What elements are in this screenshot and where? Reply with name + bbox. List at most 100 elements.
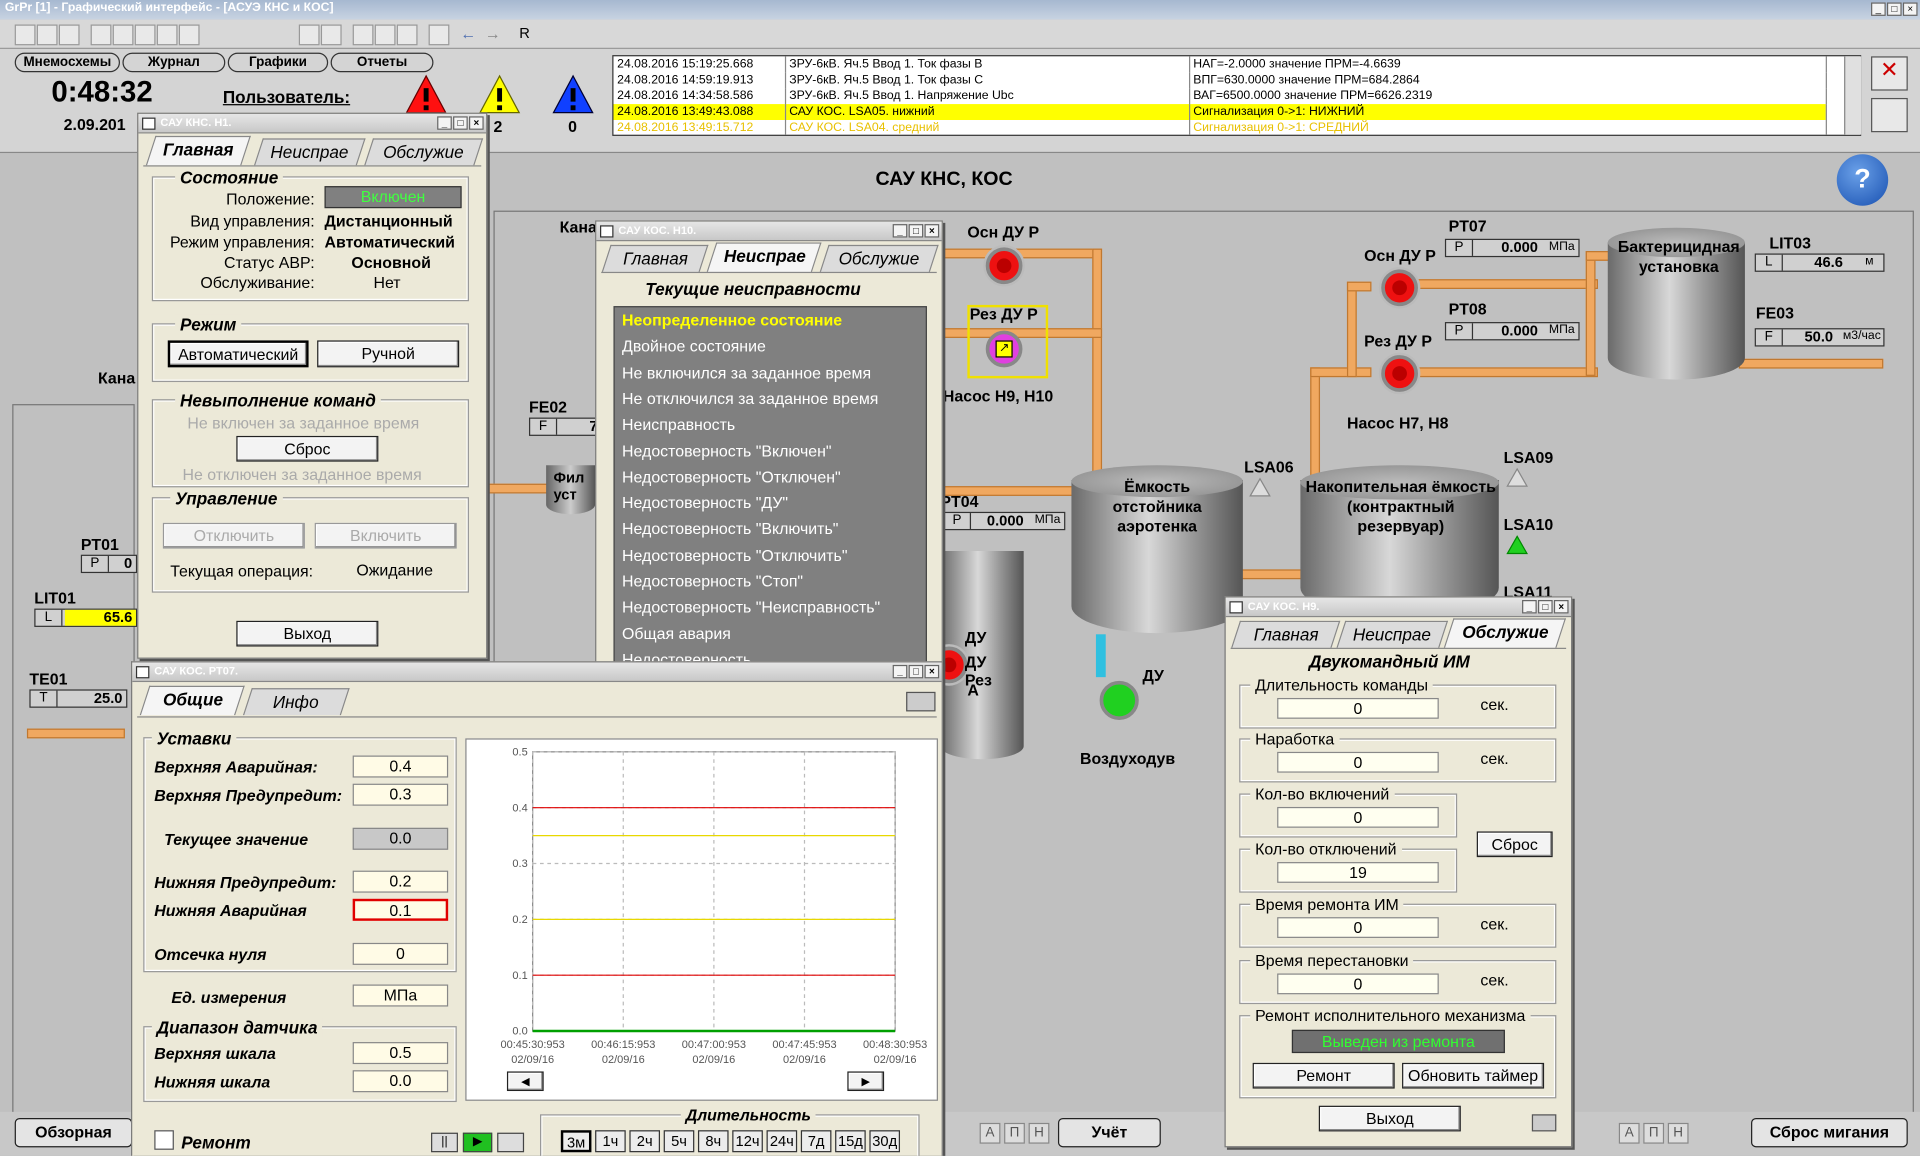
help-icon[interactable] [320,24,342,46]
setpoint-field[interactable]: 0.4 [352,755,449,778]
a-button-2[interactable]: А [1618,1122,1640,1144]
a-button[interactable]: А [979,1122,1001,1144]
n-button-2[interactable]: Н [1667,1122,1689,1144]
settings-tool-icon[interactable] [497,1132,525,1153]
tab-service[interactable]: Обслужие [364,138,484,166]
indicator-lit01[interactable]: L 65.6 [34,608,138,627]
pump-osn-h9[interactable] [985,247,1023,285]
counter-value[interactable]: 0 [1277,973,1439,995]
tab-general[interactable]: Общие [139,685,245,716]
close-button[interactable]: × [1902,2,1918,16]
r-icon[interactable]: R [519,24,530,41]
exit-button[interactable]: Выход [1318,1105,1461,1132]
hand-tool-icon[interactable] [36,24,58,46]
n-button[interactable]: Н [1028,1122,1050,1144]
fault-item[interactable]: Не отключился за заданное время [622,389,878,407]
zoom-in-icon[interactable] [134,24,156,46]
overview-button[interactable]: Обзорная [14,1117,133,1148]
indicator-pt04[interactable]: P 0.000 МПа [942,511,1066,531]
counter-value[interactable]: 0 [1277,751,1439,773]
event-row[interactable]: 24.08.2016 13:49:15.712 САУ КОС. LSA04. с… [613,120,1827,135]
indicator-fe02[interactable]: F7 [528,417,603,436]
print-icon[interactable] [906,691,936,712]
window-h10[interactable]: САУ КОС. Н10. _ □ × Главная Неиспрае Обслуж… [595,220,943,669]
tile-icon[interactable] [374,24,396,46]
scroll-left-button[interactable]: ◀ [506,1071,544,1092]
fail-reset-button[interactable]: Сброс [236,435,379,462]
tab-graphs[interactable]: Графики [227,52,329,73]
tab-main[interactable]: Главная [601,244,709,272]
duration-button[interactable]: 30д [869,1130,901,1153]
indicator-te01[interactable]: T 25.0 [29,689,128,708]
on-button[interactable]: Включить [314,522,457,549]
tab-faults[interactable]: Неиспрае [1336,620,1449,648]
duration-button[interactable]: 12ч [732,1130,763,1153]
unit-field[interactable]: МПа [352,984,449,1007]
update-timer-button[interactable]: Обновить таймер [1402,1062,1545,1089]
event-row[interactable]: 24.08.2016 14:59:19.913 ЗРУ-6кВ. Яч.5 Вво… [613,72,1827,89]
mode-manual-button[interactable]: Ручной [317,340,460,368]
faults-list[interactable]: Неопределенное состояние Двойное состояни… [613,306,927,668]
setpoint-field[interactable]: 0.3 [352,783,449,806]
duration-button[interactable]: 5ч [663,1130,695,1153]
indicator-pt08[interactable]: P 0.000 МПа [1444,322,1580,341]
p-button-2[interactable]: П [1643,1122,1665,1144]
tab-reports[interactable]: Отчеты [330,52,434,73]
indicator-pt07[interactable]: P 0.000 МПа [1444,238,1580,258]
app-window-controls[interactable]: _ □ × [1871,2,1918,17]
duration-button[interactable]: 1ч [595,1130,626,1153]
duration-button[interactable]: 7д [800,1130,832,1153]
event-log-scrollbar[interactable] [1844,56,1862,135]
search-icon[interactable] [58,24,80,46]
fault-item[interactable]: Общая авария [622,624,731,642]
back-arrow-icon[interactable]: ← [460,24,476,42]
pointer-tool-icon[interactable] [14,24,36,46]
maximize-button[interactable]: □ [1886,2,1902,16]
blower-pump[interactable] [1099,680,1139,721]
setpoint-field[interactable]: 0 [352,942,449,965]
event-row[interactable]: 24.08.2016 13:49:43.088 САУ КОС. LSA05. н… [613,104,1827,121]
mute-sound-icon[interactable]: ✕ [1871,56,1908,91]
fault-item[interactable]: Недостоверность "Неисправность" [622,598,880,616]
window-icon[interactable] [428,24,450,46]
repair-checkbox[interactable] [154,1130,174,1150]
red-alarm-icon[interactable] [404,73,448,115]
uchet-button[interactable]: Учёт [1057,1117,1161,1148]
tab-journal[interactable]: Журнал [122,52,226,73]
journal-icon[interactable] [1871,97,1908,133]
zoom-fit-icon[interactable] [90,24,112,46]
yellow-alarm-icon[interactable] [478,73,522,115]
tab-info[interactable]: Инфо [242,688,350,716]
tab-main[interactable]: Главная [1231,620,1341,648]
indicator-lit03[interactable]: L 46.6 м [1754,253,1885,272]
fault-item[interactable]: Недостоверность "Включен" [622,441,832,459]
off-button[interactable]: Отключить [162,522,305,549]
counter-value[interactable]: 0 [1277,917,1439,938]
trend-chart[interactable]: 0.5 0.4 0.3 0.2 0.1 0.0 00:45:30:953 02/09/16 00… [465,738,938,1101]
scroll-right-button[interactable]: ▶ [847,1071,885,1092]
window-h10-titlebar[interactable]: САУ КОС. Н10. _ □ × [596,221,942,242]
counter-value[interactable]: 0 [1277,697,1439,719]
event-row[interactable]: 24.08.2016 14:34:58.586 ЗРУ-6кВ. Яч.5 Вво… [613,88,1827,105]
fault-item[interactable]: Недостоверность "Стоп" [622,572,803,590]
setpoint-field[interactable]: 0.1 [352,898,449,921]
fault-item[interactable]: Неопределенное состояние [622,311,842,329]
tab-main[interactable]: Главная [145,135,251,166]
counter-value[interactable]: 19 [1277,862,1439,883]
help-button[interactable]: ? [1836,154,1889,206]
indicator-fe03[interactable]: F 50.0 м3/час [1754,328,1885,347]
minimize-button[interactable]: _ [1871,2,1886,16]
duration-button[interactable]: 15д [835,1130,866,1153]
indicator-pt01[interactable]: P0 [80,554,138,574]
tab-faults[interactable]: Неиспрае [253,138,366,166]
exit-button[interactable]: Выход [236,620,379,647]
repair-button[interactable]: Ремонт [1252,1062,1395,1089]
fault-item[interactable]: Недостоверность "Включить" [622,520,838,538]
blue-alarm-icon[interactable] [551,73,595,115]
print-icon[interactable] [298,24,320,46]
cascade-icon[interactable] [396,24,418,46]
pump-rez-h8[interactable] [1381,355,1418,392]
window-h9-titlebar[interactable]: САУ КОС. Н9. _ □ × [1225,597,1572,618]
p-button[interactable]: П [1004,1122,1025,1144]
layout-icon[interactable] [352,24,374,46]
